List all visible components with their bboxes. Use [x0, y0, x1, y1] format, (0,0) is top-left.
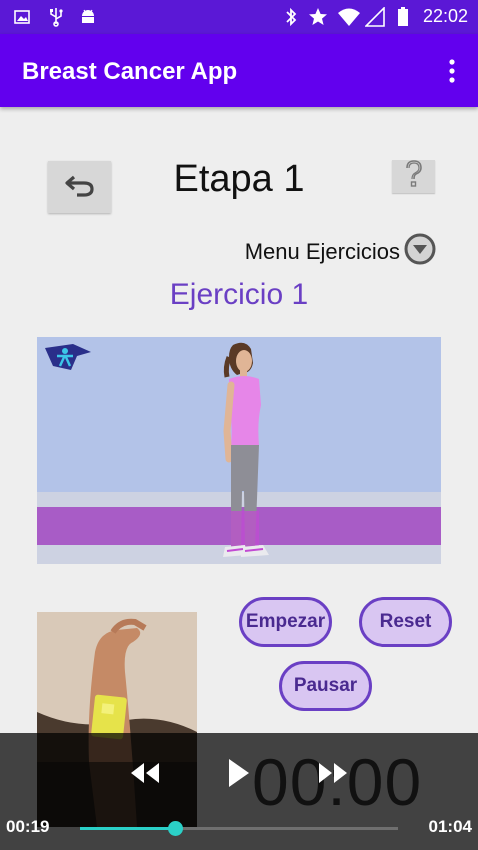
star-icon — [308, 7, 328, 27]
wifi-icon — [336, 7, 362, 27]
woman-figure — [223, 342, 269, 557]
brand-logo-icon — [43, 342, 93, 377]
status-time: 22:02 — [422, 6, 468, 26]
status-bar: 22:02 — [0, 0, 478, 34]
reset-button[interactable]: Reset — [359, 597, 452, 647]
total-duration: 01:04 — [428, 817, 472, 836]
rewind-icon — [130, 763, 160, 788]
start-button[interactable]: Empezar — [239, 597, 332, 647]
pause-button[interactable]: Pausar — [279, 661, 372, 711]
app-title: Breast Cancer App — [22, 58, 238, 85]
play-button[interactable] — [228, 758, 250, 793]
elapsed-time: 00:19 — [6, 817, 50, 836]
seek-bar[interactable] — [80, 821, 398, 836]
exercise-video[interactable] — [37, 337, 441, 564]
rewind-button[interactable] — [130, 762, 160, 789]
help-button[interactable] — [392, 160, 435, 193]
fast-forward-button[interactable] — [318, 762, 348, 789]
signal-icon — [365, 7, 385, 27]
dropdown-circle-icon — [404, 233, 436, 270]
menu-ejercicios-label: Menu Ejercicios — [244, 238, 400, 264]
android-icon — [78, 7, 98, 27]
usb-icon — [46, 7, 66, 27]
more-vert-icon[interactable] — [446, 58, 458, 84]
exercise-title: Ejercicio 1 — [169, 278, 309, 311]
image-icon — [12, 7, 32, 27]
seek-bar-progress — [80, 827, 176, 830]
menu-ejercicios-dropdown[interactable]: Menu Ejercicios — [245, 233, 436, 270]
battery-icon — [393, 7, 413, 27]
play-icon — [228, 759, 250, 792]
fast-forward-icon — [318, 763, 348, 788]
bluetooth-icon — [281, 7, 301, 27]
app-bar: Breast Cancer App — [0, 34, 478, 107]
question-mark-icon — [403, 159, 425, 194]
